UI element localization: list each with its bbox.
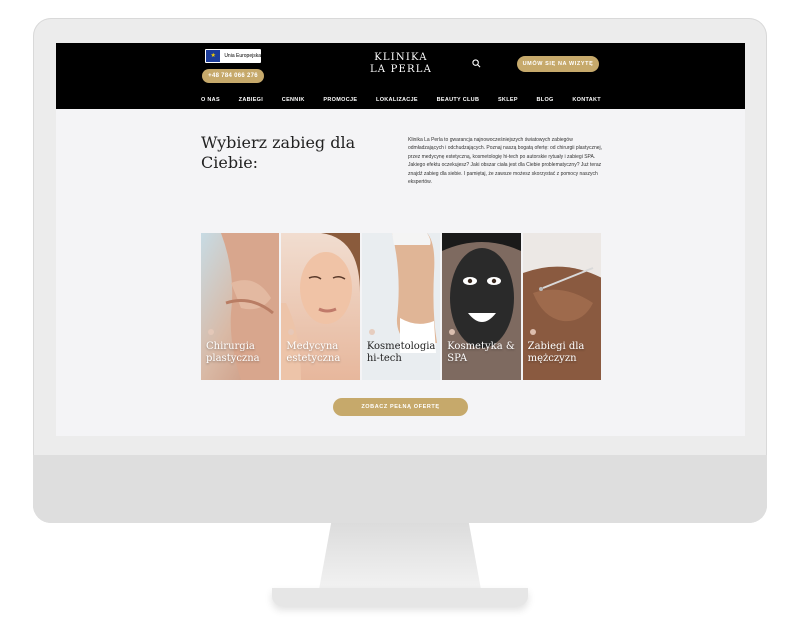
site-header: ★ Unia Europejska +48 784 066 276 KLINIK… xyxy=(56,43,745,109)
card-kosmetologia-hi-tech[interactable]: Kosmetologia hi-tech xyxy=(361,233,441,380)
eu-badge[interactable]: ★ Unia Europejska xyxy=(205,49,261,63)
card-kosmetyka-spa[interactable]: Kosmetyka & SPA xyxy=(442,233,521,380)
nav-item-lokalizacje[interactable]: LOKALIZACJE xyxy=(376,97,418,103)
logo-line-1: KLINIKA xyxy=(374,52,428,63)
nav-item-promocje[interactable]: PROMOCJE xyxy=(323,97,357,103)
intro-text: Klinika La Perla to gwarancja najnowocze… xyxy=(408,137,602,186)
nav-item-blog[interactable]: BLOG xyxy=(537,97,554,103)
site-logo[interactable]: KLINIKA LA PERLA xyxy=(361,52,441,76)
page-title: Wybierz zabieg dla Ciebie: xyxy=(201,133,356,172)
card-chirurgia-plastyczna[interactable]: Chirurgia plastyczna xyxy=(201,233,280,380)
nav-item-kontakt[interactable]: KONTAKT xyxy=(572,97,601,103)
book-visit-button[interactable]: UMÓW SIĘ NA WIZYTĘ xyxy=(517,56,599,72)
nav-item-beauty-club[interactable]: BEAUTY CLUB xyxy=(437,97,480,103)
phone-button[interactable]: +48 784 066 276 xyxy=(202,69,264,83)
card-label: Medycyna estetyczna xyxy=(286,341,341,364)
card-label: Zabiegi dla mężczyzn xyxy=(527,341,585,364)
card-zabiegi-dla-mezczyzn[interactable]: Zabiegi dla mężczyzn xyxy=(522,233,602,380)
treatment-cards: Chirurgia plastyczna Medycyna estetyczna xyxy=(201,233,602,380)
card-dot xyxy=(368,329,375,335)
card-medycyna-estetyczna[interactable]: Medycyna estetyczna xyxy=(281,233,360,380)
nav-item-o-nas[interactable]: O NAS xyxy=(201,97,220,103)
nav-item-zabiegi[interactable]: ZABIEGI xyxy=(239,97,263,103)
logo-line-2: LA PERLA xyxy=(369,64,433,75)
main-nav: O NAS ZABIEGI CENNIK PROMOCJE LOKALIZACJ… xyxy=(201,95,601,105)
monitor-chin xyxy=(33,455,767,523)
card-dot xyxy=(208,329,214,335)
monitor-base xyxy=(272,588,528,606)
monitor-stand xyxy=(318,523,482,595)
nav-item-cennik[interactable]: CENNIK xyxy=(282,97,305,103)
website-screen: ★ Unia Europejska +48 784 066 276 KLINIK… xyxy=(56,43,745,436)
card-label: Kosmetologia hi-tech xyxy=(366,341,436,364)
eu-badge-label: Unia Europejska xyxy=(224,53,261,59)
card-dot xyxy=(529,329,536,335)
see-full-offer-button[interactable]: ZOBACZ PEŁNĄ OFERTĘ xyxy=(333,398,468,416)
nav-item-sklep[interactable]: SKLEP xyxy=(498,97,518,103)
card-label: Chirurgia plastyczna xyxy=(206,341,260,364)
eu-flag-icon: ★ xyxy=(206,50,221,62)
search-icon[interactable] xyxy=(472,59,481,68)
card-label: Kosmetyka & SPA xyxy=(447,341,515,364)
